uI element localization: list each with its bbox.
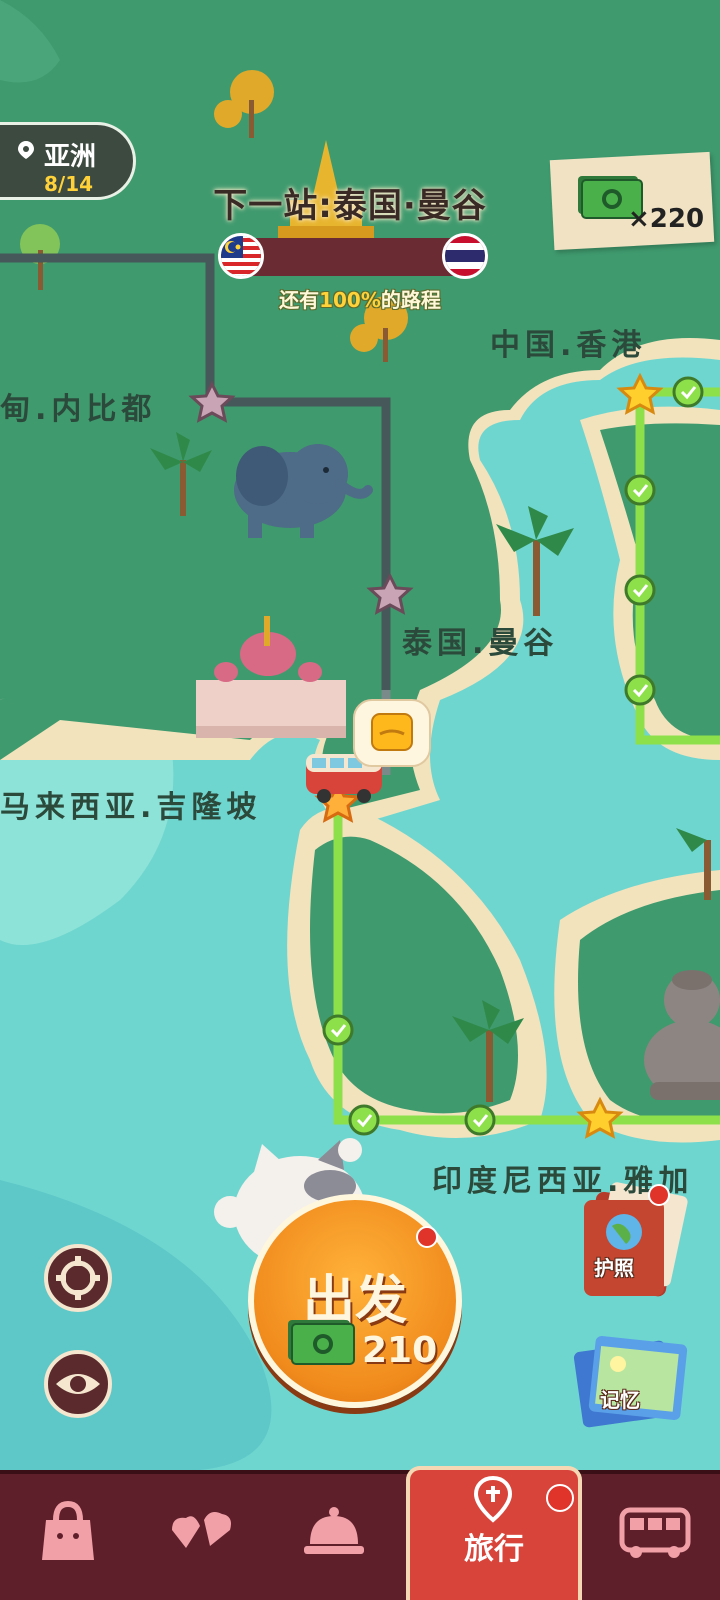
remaining-prefix: 还有 xyxy=(279,288,320,312)
travel-notification-dot xyxy=(546,1484,574,1512)
target-icon xyxy=(56,1256,100,1300)
remaining-percent: 100% xyxy=(319,288,381,312)
passport-notification-dot xyxy=(648,1184,670,1206)
bag-icon xyxy=(42,1500,94,1560)
tab-bag[interactable] xyxy=(20,1486,116,1596)
region-name: 亚洲 xyxy=(44,142,97,172)
map-pin-icon xyxy=(473,1475,513,1523)
tab-service[interactable] xyxy=(286,1486,382,1596)
memory-label: 记忆 xyxy=(600,1388,640,1412)
map-label-bangkok: 泰国.曼谷 xyxy=(402,626,559,661)
bubble-gift-icon xyxy=(353,699,431,767)
tab-collection[interactable] xyxy=(150,1486,250,1596)
bus-icon xyxy=(619,1507,691,1558)
region-progress: 8/14 xyxy=(44,172,94,196)
currency-amount: ×220 xyxy=(628,204,705,234)
tab-bus[interactable] xyxy=(606,1486,706,1596)
recenter-button[interactable] xyxy=(44,1244,112,1312)
malaysia-flag-icon xyxy=(218,233,264,279)
heart-shapes-icon xyxy=(172,1512,231,1548)
passport-label: 护照 xyxy=(594,1256,634,1280)
map-label-hongkong: 中国.香港 xyxy=(490,328,647,363)
next-stop-title: 下一站:泰国·曼谷 xyxy=(213,186,487,226)
service-bell-icon xyxy=(304,1507,364,1554)
thailand-flag-icon xyxy=(442,233,488,279)
map-label-naypyidaw: 甸.内比都 xyxy=(0,392,157,427)
depart-cost: 210 xyxy=(362,1330,438,1371)
remaining-suffix: 的路程 xyxy=(380,288,441,312)
map-label-kualalumpur: 马来西亚.吉隆坡 xyxy=(0,790,262,825)
location-pin-icon xyxy=(18,141,34,159)
depart-cost-cash-icon xyxy=(288,1320,355,1365)
tab-travel-label: 旅行 xyxy=(464,1532,524,1567)
view-button[interactable] xyxy=(44,1350,112,1418)
remaining-distance: 还有100%的路程 xyxy=(220,284,500,313)
depart-notification-dot xyxy=(416,1226,438,1248)
passport-button[interactable] xyxy=(584,1200,664,1296)
game-screen: 亚洲 8/14 下一站:泰国·曼谷 还有100%的路程 ×220 中国.香港 甸… xyxy=(0,0,720,1600)
eye-icon xyxy=(56,1374,100,1394)
